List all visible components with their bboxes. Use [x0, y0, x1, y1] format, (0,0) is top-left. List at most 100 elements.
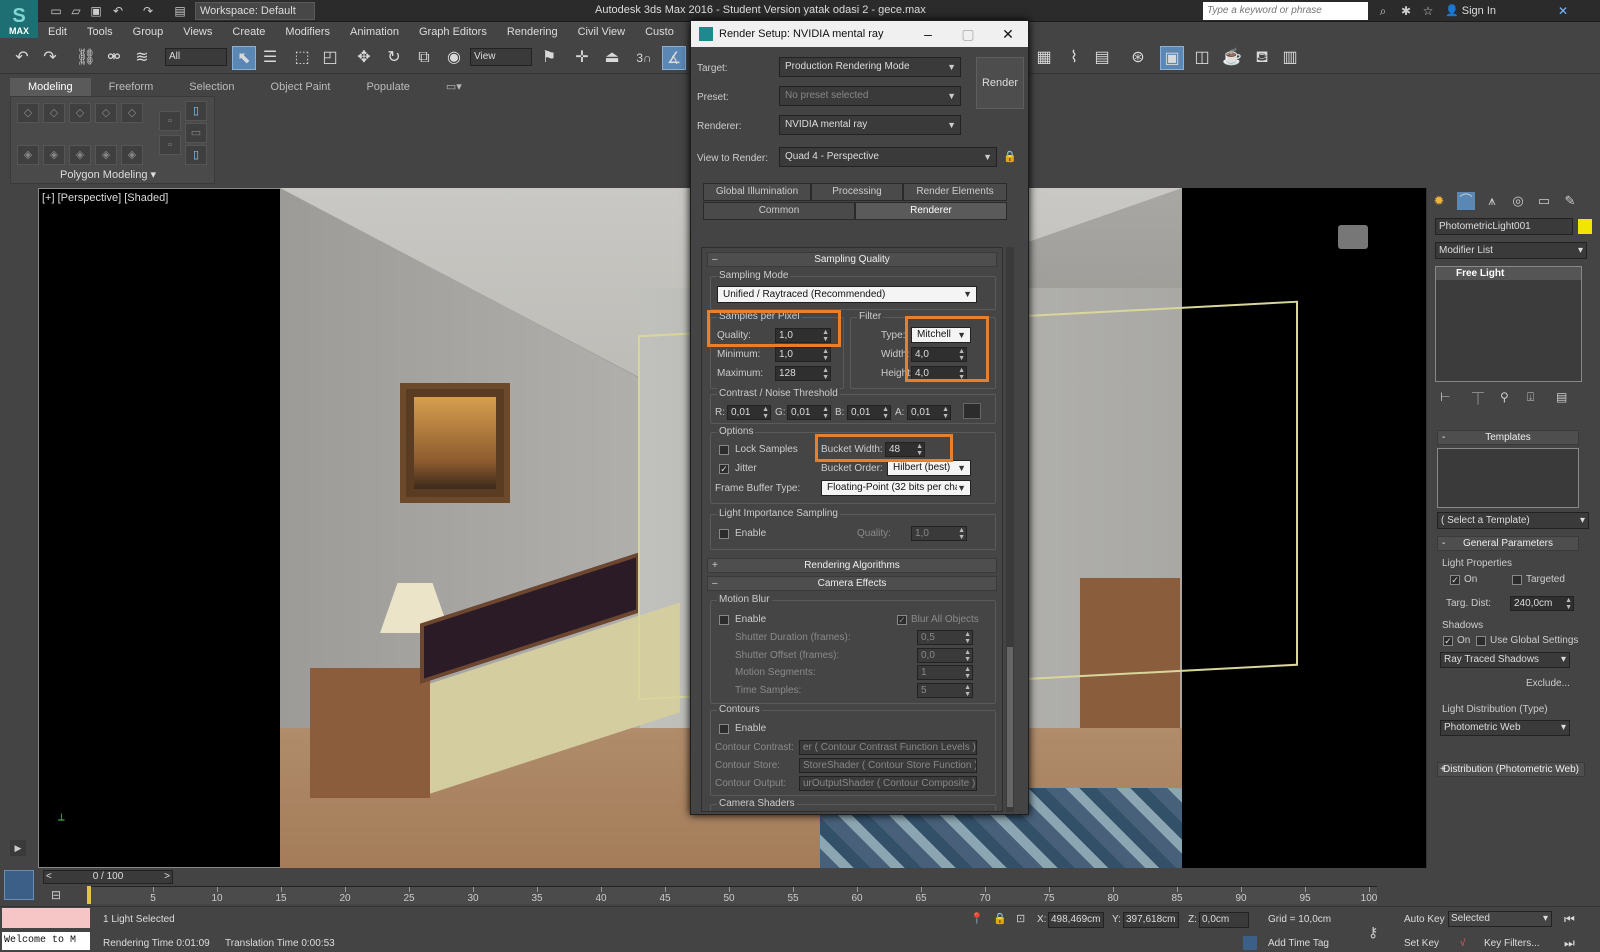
key-icon[interactable]: ⚷	[1368, 924, 1378, 941]
app-menu-button[interactable]: S MAX	[0, 0, 38, 38]
lock-samples-checkbox[interactable]	[719, 445, 729, 455]
exclude-button[interactable]: Exclude...	[1526, 678, 1570, 689]
motion-segments-spinner[interactable]: 1 ▲ ▼	[917, 665, 973, 680]
rotate-icon[interactable]: ↻	[382, 46, 406, 70]
time-slider-prev-icon[interactable]: <	[46, 871, 52, 883]
general-parameters-header[interactable]: - General Parameters	[1437, 536, 1579, 551]
menu-views[interactable]: Views	[173, 22, 222, 42]
contrast-b-spinner[interactable]: 0,01 ▲ ▼	[847, 405, 891, 420]
workspace-dropdown[interactable]: Workspace: Default	[195, 2, 315, 20]
ribbon-tab-populate[interactable]: Populate	[348, 78, 427, 96]
tab-renderer[interactable]: Renderer	[855, 202, 1007, 220]
angle-snap-icon[interactable]: ∡	[662, 46, 686, 70]
contrast-g-spinner[interactable]: 0,01 ▲ ▼	[787, 405, 831, 420]
project-folder-icon[interactable]: ▤	[172, 3, 188, 19]
modifier-list-dropdown[interactable]: Modifier List ▾	[1435, 242, 1587, 259]
sampling-mode-dropdown[interactable]: Unified / Raytraced (Recommended) ▼	[717, 286, 977, 303]
curve-editor-icon[interactable]: ⌇	[1062, 46, 1086, 70]
contrast-r-spinner[interactable]: 0,01 ▲ ▼	[727, 405, 771, 420]
key-filters-button[interactable]: Key Filters...	[1484, 938, 1540, 949]
save-file-icon[interactable]: ▣	[88, 3, 104, 19]
redo-quick-icon[interactable]: ↷	[140, 3, 156, 19]
tab-render-elements[interactable]: Render Elements	[903, 183, 1007, 201]
new-file-icon[interactable]: ▭	[48, 3, 64, 19]
select-object-icon[interactable]: ⬉	[232, 46, 256, 70]
rendered-frame-icon[interactable]: ◫	[1190, 46, 1214, 70]
set-key-filter-icon[interactable]: √	[1460, 938, 1466, 949]
render-button[interactable]: Render	[976, 57, 1024, 109]
distribution-photometric-web-header[interactable]: + Distribution (Photometric Web)	[1437, 762, 1585, 777]
contour-contrast-button[interactable]: er ( Contour Contrast Function Levels )	[799, 740, 977, 755]
schematic-view-icon[interactable]: ▦	[1032, 46, 1056, 70]
scale-icon[interactable]: ⧉	[412, 46, 436, 70]
menu-group[interactable]: Group	[123, 22, 174, 42]
selection-lock-icon[interactable]: 🔒	[993, 912, 1007, 925]
create-tab-icon[interactable]: ✹	[1430, 192, 1448, 210]
make-unique-icon[interactable]: ⚲	[1500, 390, 1509, 404]
select-by-name-icon[interactable]: ☰	[258, 46, 282, 70]
subscription-icon[interactable]: ✱	[1398, 3, 1414, 19]
viewcube-icon[interactable]	[1338, 225, 1368, 249]
maximum-spinner[interactable]: 128 ▲ ▼	[775, 366, 831, 381]
sampling-quality-header[interactable]: – Sampling Quality	[707, 252, 997, 267]
show-end-result-icon[interactable]: ⏉	[1472, 390, 1484, 407]
target-dropdown[interactable]: Production Rendering Mode ▼	[779, 57, 961, 77]
renderer-dropdown[interactable]: NVIDIA mental ray ▼	[779, 115, 961, 135]
light-distribution-dropdown[interactable]: Photometric Web ▾	[1440, 720, 1570, 736]
contrast-color-swatch[interactable]	[963, 403, 981, 419]
time-tag-icon[interactable]	[1243, 936, 1257, 950]
templates-list[interactable]	[1437, 448, 1579, 508]
set-key-button[interactable]: Set Key	[1404, 938, 1439, 949]
dialog-scrollbar[interactable]	[1006, 247, 1014, 812]
menu-edit[interactable]: Edit	[38, 22, 77, 42]
camera-effects-header[interactable]: – Camera Effects	[707, 576, 997, 591]
shutter-duration-spinner[interactable]: 0,5 ▲ ▼	[917, 630, 973, 645]
z-coordinate-field[interactable]: 0,0cm	[1199, 912, 1249, 928]
modifier-stack-item[interactable]: Free Light	[1436, 267, 1581, 280]
ribbon-tool-icon[interactable]: ◇	[121, 103, 143, 123]
utilities-tab-icon[interactable]: ✎	[1561, 192, 1579, 210]
time-slider-next-icon[interactable]: >	[164, 871, 170, 883]
display-tab-icon[interactable]: ▭	[1535, 192, 1553, 210]
shadow-type-dropdown[interactable]: Ray Traced Shadows ▾	[1440, 652, 1570, 668]
bind-space-warp-icon[interactable]: ≋	[130, 46, 154, 70]
render-setup-icon[interactable]: ▣	[1160, 46, 1184, 70]
current-frame-marker[interactable]	[87, 886, 91, 904]
motion-tab-icon[interactable]: ◎	[1509, 192, 1527, 210]
go-to-start-icon[interactable]: ⏮	[1564, 912, 1575, 927]
viewport-label[interactable]: [+] [Perspective] [Shaded]	[42, 192, 168, 204]
object-color-swatch[interactable]	[1578, 219, 1592, 234]
contour-output-button[interactable]: urOutputShader ( Contour Composite )	[799, 776, 977, 791]
ribbon-tool-icon[interactable]: ▯	[185, 101, 207, 121]
rectangular-region-icon[interactable]: ⬚	[290, 46, 314, 70]
render-production-icon[interactable]: ☕	[1220, 46, 1244, 70]
configure-sets-icon[interactable]: ▤	[1556, 390, 1567, 404]
material-editor-icon[interactable]: ⊛	[1126, 46, 1150, 70]
menu-modifiers[interactable]: Modifiers	[275, 22, 340, 42]
lis-quality-spinner[interactable]: 1,0 ▲ ▼	[911, 526, 967, 541]
targeted-checkbox[interactable]	[1512, 575, 1522, 585]
key-mode-dropdown[interactable]: Selected ▾	[1448, 911, 1552, 927]
menu-customize[interactable]: Custo	[635, 22, 684, 42]
time-ruler[interactable]: 5 10 15 20 25 30 35 40 45 50 55 60 65 70 75 80 85 90 95 100	[87, 886, 1377, 904]
contours-enable-checkbox[interactable]	[719, 724, 729, 734]
menu-graph-editors[interactable]: Graph Editors	[409, 22, 497, 42]
lis-enable-checkbox[interactable]	[719, 529, 729, 539]
maximize-button[interactable]: ▢	[948, 21, 988, 47]
mini-curve-editor-icon[interactable]	[4, 870, 34, 900]
lock-icon[interactable]: 🔒	[1003, 150, 1017, 163]
menu-animation[interactable]: Animation	[340, 22, 409, 42]
templates-header[interactable]: - Templates	[1437, 430, 1579, 445]
place-icon[interactable]: ◉	[442, 46, 466, 70]
ribbon-tool-icon[interactable]: ▫	[159, 111, 181, 131]
binoculars-icon[interactable]: ⌕	[1375, 3, 1391, 19]
bucket-order-dropdown[interactable]: Hilbert (best) ▼	[887, 460, 971, 476]
tab-processing[interactable]: Processing	[811, 183, 903, 201]
snap-toggle-icon[interactable]: 3∩	[632, 46, 656, 70]
shutter-offset-spinner[interactable]: 0,0 ▲ ▼	[917, 648, 973, 663]
ribbon-tool-icon[interactable]: ◇	[43, 103, 65, 123]
time-slider[interactable]: <0 / 100 >	[43, 870, 173, 884]
maxscript-input[interactable]: Welcome to M	[2, 932, 90, 950]
menu-tools[interactable]: Tools	[77, 22, 123, 42]
pivot-center-icon[interactable]: ⚑	[537, 46, 561, 70]
